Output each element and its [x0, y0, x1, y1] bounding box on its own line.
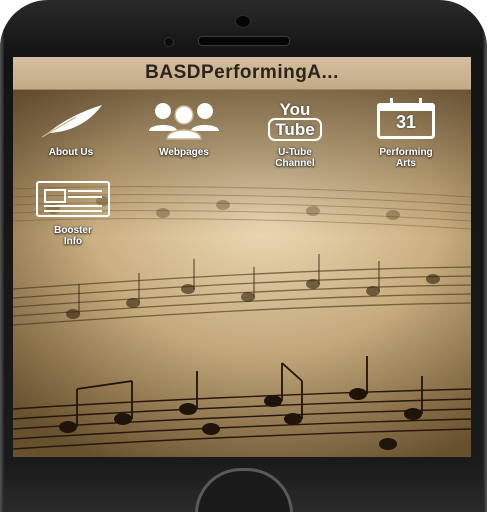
about-us-tile[interactable]: About Us — [23, 97, 119, 158]
newspaper-icon — [36, 181, 110, 217]
booster-info-tile[interactable]: Booster Info — [25, 175, 121, 247]
webpages-label: Webpages — [159, 147, 209, 158]
performing-arts-tile[interactable]: 31 Performing Arts — [358, 97, 454, 169]
sensor-icon — [164, 37, 174, 47]
about-us-label: About Us — [48, 147, 94, 158]
phone-frame: BASDPerformingA... About Us Webpages You… — [0, 0, 487, 512]
feather-icon — [41, 105, 102, 138]
youtube-channel-label: U-Tube Channel — [275, 147, 315, 169]
camera-icon — [235, 15, 251, 28]
booster-info-label: Booster Info — [54, 225, 92, 247]
speaker-grille — [198, 36, 290, 46]
home-button[interactable] — [195, 468, 293, 512]
title-bar: BASDPerformingA... — [13, 57, 471, 90]
calendar-icon: 31 — [377, 98, 435, 139]
app-screen: BASDPerformingA... About Us Webpages You… — [13, 57, 471, 457]
people-icon — [149, 103, 219, 140]
webpages-tile[interactable]: Webpages — [136, 97, 232, 158]
phone-edge-left — [0, 0, 4, 512]
phone-edge-right — [483, 0, 487, 512]
performing-arts-label: Performing Arts — [379, 147, 433, 169]
youtube-channel-tile[interactable]: You Tube U-Tube Channel — [247, 97, 343, 169]
youtube-icon: You Tube — [262, 101, 328, 141]
app-title: BASDPerformingA... — [145, 62, 339, 83]
